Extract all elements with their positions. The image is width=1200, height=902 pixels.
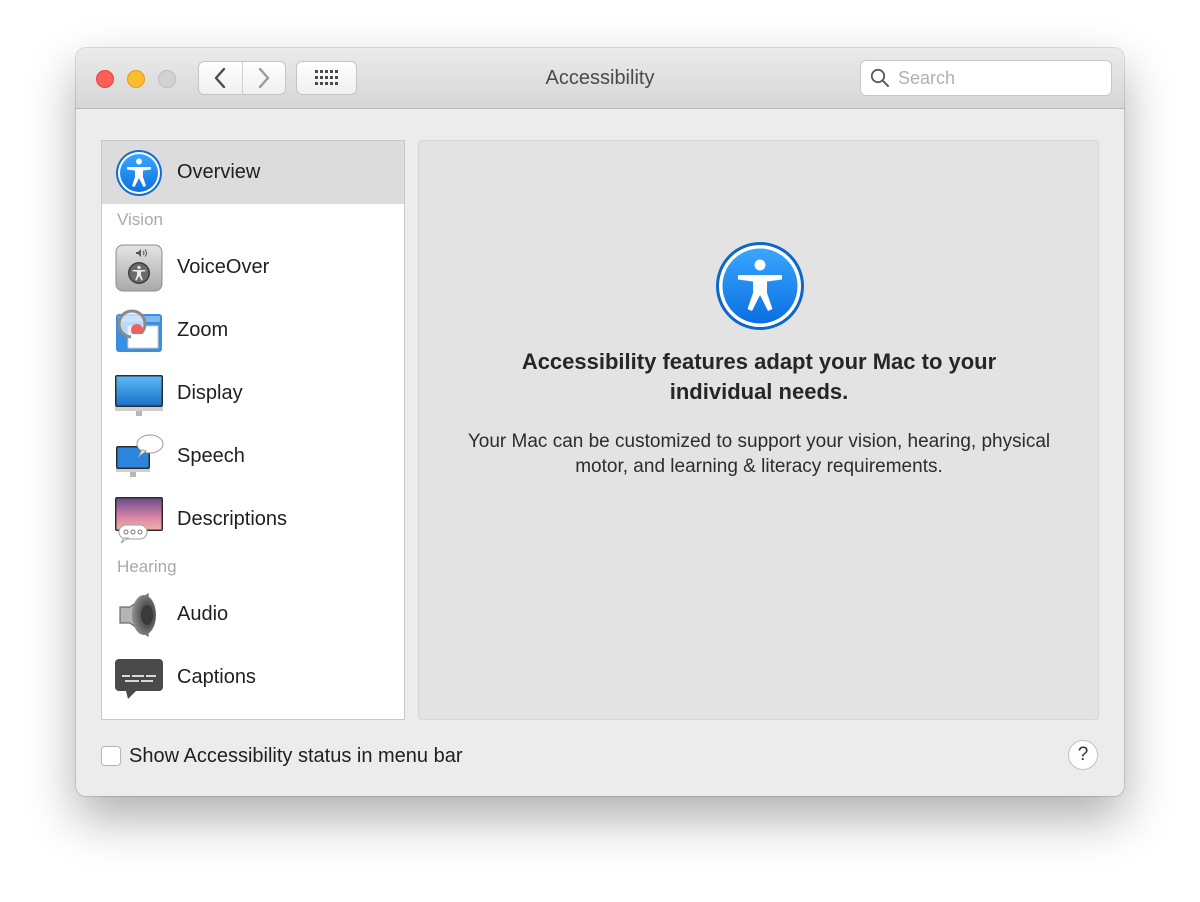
menu-bar-status-option: Show Accessibility status in menu bar — [101, 744, 463, 768]
section-header-hearing: Hearing — [117, 557, 177, 576]
grid-icon — [314, 70, 338, 85]
section-header-vision: Vision — [117, 210, 163, 229]
overview-description: Your Mac can be customized to support yo… — [467, 431, 1051, 477]
forward-button[interactable] — [241, 62, 286, 94]
speech-icon — [116, 434, 164, 477]
voiceover-icon — [115, 244, 163, 292]
sidebar-item-display[interactable]: Display — [102, 362, 404, 425]
overview-headline: Accessibility features adapt your Mac to… — [521, 349, 997, 404]
search-input[interactable] — [896, 66, 1100, 90]
overview-panel: Accessibility features adapt your Mac to… — [418, 140, 1099, 720]
sidebar: Overview Vision VoiceOver Zoom Display S… — [101, 140, 405, 720]
system-preferences-window: Accessibility Search Overview Vision Voi… — [76, 48, 1124, 796]
display-icon — [115, 375, 163, 416]
sidebar-item-label: Captions — [177, 666, 256, 688]
sidebar-item-label: Zoom — [177, 319, 229, 341]
sidebar-item-label: Speech — [177, 445, 245, 467]
sidebar-item-label: Overview — [177, 161, 261, 183]
sidebar-item-label: Audio — [177, 603, 229, 625]
accessibility-icon — [716, 242, 804, 330]
sidebar-item-descriptions[interactable]: Descriptions — [102, 488, 404, 551]
speaker-icon — [119, 592, 156, 638]
search-icon — [870, 68, 889, 87]
sidebar-item-overview[interactable]: Overview — [102, 141, 404, 204]
close-button[interactable] — [96, 70, 114, 88]
zoom-button[interactable] — [158, 70, 176, 88]
captions-icon — [115, 659, 163, 699]
navigation-buttons — [198, 61, 286, 95]
sidebar-item-label: Display — [177, 382, 243, 404]
sidebar-item-zoom[interactable]: Zoom — [102, 299, 404, 362]
chevron-left-icon — [215, 67, 226, 89]
show-status-label[interactable]: Show Accessibility status in menu bar — [129, 745, 463, 768]
sidebar-item-audio[interactable]: Audio — [102, 583, 404, 646]
sidebar-item-label: VoiceOver — [177, 256, 270, 278]
show-all-button[interactable] — [296, 61, 357, 95]
search-field[interactable] — [860, 60, 1112, 96]
sidebar-item-label: Descriptions — [177, 508, 288, 530]
minimize-button[interactable] — [127, 70, 145, 88]
accessibility-icon — [116, 150, 162, 196]
zoom-icon — [116, 309, 162, 352]
chevron-right-icon — [258, 67, 269, 89]
back-button[interactable] — [199, 62, 242, 94]
show-status-checkbox[interactable] — [101, 746, 121, 766]
help-button[interactable]: ? — [1068, 740, 1098, 770]
sidebar-item-speech[interactable]: Speech — [102, 425, 404, 488]
descriptions-icon — [115, 497, 163, 544]
sidebar-item-captions[interactable]: Captions — [102, 646, 404, 709]
sidebar-item-voiceover[interactable]: VoiceOver — [102, 236, 404, 299]
title-bar: Accessibility — [76, 48, 1124, 109]
